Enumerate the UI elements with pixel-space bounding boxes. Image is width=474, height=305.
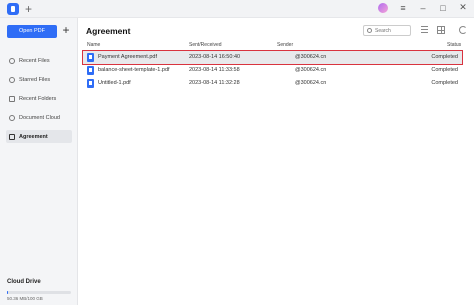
pdf-file-icon [87,79,94,88]
sender: @300624.cn [295,80,327,86]
grid-view-icon[interactable] [437,26,445,34]
storage-usage: 50.36 MB/100 GB [7,296,43,301]
status: Completed [431,54,458,60]
sender: @300624.cn [295,67,327,73]
column-name[interactable]: Name [87,42,100,48]
file-name: Untitled-1.pdf [98,80,131,86]
sidebar-nav: Recent Files Starred Files Recent Folder… [6,54,72,149]
sidebar-item-starred-files[interactable]: Starred Files [6,73,72,86]
storage-bar [7,291,71,294]
file-list: Payment Agreement.pdf 2023-08-14 16:50:4… [82,50,463,90]
create-button[interactable]: + [61,22,71,38]
table-header: Name Sent/Received Sender Status [79,41,474,50]
main-panel: Agreement Name Sent/Received Sender Stat… [79,18,474,305]
sender: @300624.cn [295,54,327,60]
sidebar-item-label: Starred Files [19,76,51,83]
sidebar-item-document-cloud[interactable]: Document Cloud [6,111,72,124]
column-sent-received[interactable]: Sent/Received [189,42,222,48]
sidebar-item-label: Document Cloud [19,114,60,121]
sidebar: Open PDF + Recent Files Starred Files Re… [0,18,78,305]
refresh-icon[interactable] [459,26,467,34]
sidebar-item-recent-files[interactable]: Recent Files [6,54,72,67]
minimize-icon[interactable]: – [418,3,428,13]
maximize-icon[interactable]: □ [438,3,448,13]
sidebar-item-label: Agreement [19,133,48,140]
open-pdf-button[interactable]: Open PDF [7,25,57,38]
column-status[interactable]: Status [447,42,461,48]
clock-icon [9,57,15,64]
table-row[interactable]: Untitled-1.pdf 2023-08-14 11:32:28 @3006… [83,77,462,90]
pdf-file-icon [87,53,94,62]
avatar[interactable] [378,2,388,13]
title-bar: + ≡ – □ ✕ [0,0,474,18]
cloud-drive-title: Cloud Drive [7,279,41,285]
sent-date: 2023-08-14 16:50:40 [189,54,241,60]
column-sender[interactable]: Sender [277,42,293,48]
file-name: Payment Agreement.pdf [98,54,158,60]
pdf-file-icon [87,66,94,75]
status: Completed [431,67,458,73]
page-title: Agreement [86,26,131,36]
file-name: balance-sheet-template-1.pdf [98,67,170,73]
table-row[interactable]: balance-sheet-template-1.pdf 2023-08-14 … [83,64,462,77]
folder-icon [9,95,15,102]
search-icon [367,28,372,33]
search-box[interactable] [363,25,411,36]
sidebar-item-agreement[interactable]: Agreement [6,130,72,143]
search-input[interactable] [375,26,410,35]
menu-icon[interactable]: ≡ [398,3,408,13]
status: Completed [431,80,458,86]
sidebar-item-label: Recent Files [19,57,50,64]
storage-fill [7,291,8,294]
agreement-icon [9,133,15,140]
new-tab-button[interactable]: + [25,2,32,16]
sent-date: 2023-08-14 11:32:28 [189,80,240,86]
sidebar-item-label: Recent Folders [19,95,57,102]
table-row[interactable]: Payment Agreement.pdf 2023-08-14 16:50:4… [82,50,463,65]
sent-date: 2023-08-14 11:33:58 [189,67,240,73]
sidebar-item-recent-folders[interactable]: Recent Folders [6,92,72,105]
list-view-icon[interactable] [421,26,429,34]
window-controls: ≡ – □ ✕ [378,2,468,13]
cloud-icon [9,114,15,121]
star-icon [9,76,15,83]
close-icon[interactable]: ✕ [458,2,468,13]
app-logo-icon [7,3,19,15]
